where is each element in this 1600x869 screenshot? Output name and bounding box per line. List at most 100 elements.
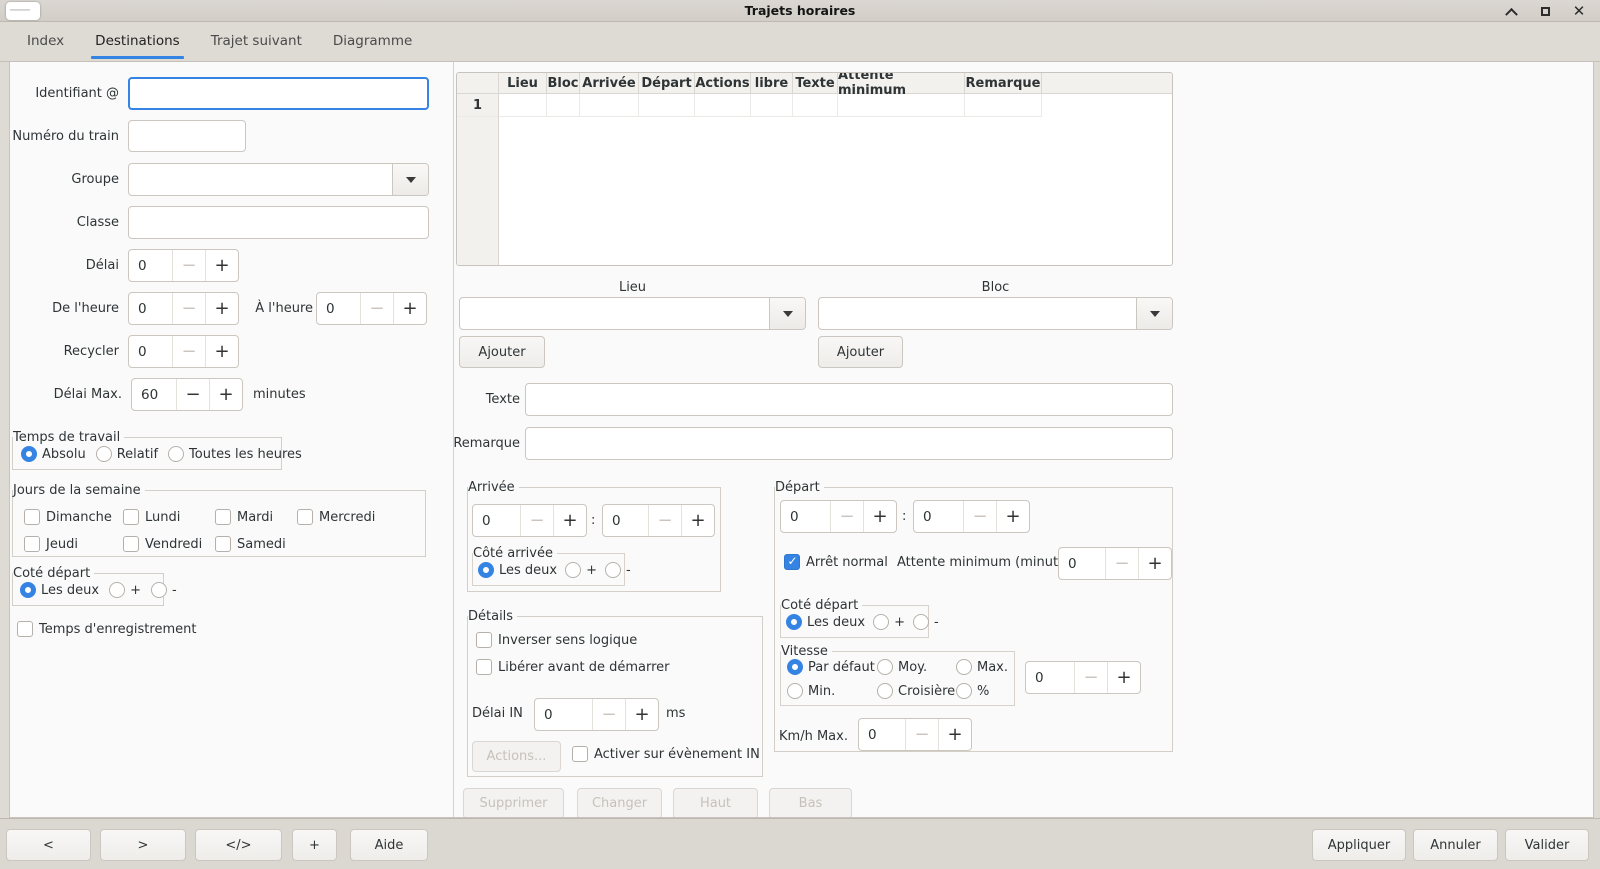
checkbox-dimanche[interactable]: Dimanche xyxy=(24,509,112,525)
radio-vitesse-par-defaut[interactable]: Par défaut xyxy=(787,659,875,675)
cell-remarque[interactable] xyxy=(965,94,1042,117)
depart-minute-decrement-button[interactable]: − xyxy=(963,501,996,532)
column-header-lieu[interactable]: Lieu xyxy=(499,73,547,93)
depart-minute-spinbox[interactable]: 0 − + xyxy=(913,500,1030,533)
delai-increment-button[interactable]: + xyxy=(205,250,238,281)
attente-minimum-decrement-button[interactable]: − xyxy=(1105,548,1138,579)
row-number[interactable]: 1 xyxy=(457,94,499,117)
bloc-ajouter-button[interactable]: Ajouter xyxy=(818,336,903,368)
a-lheure-decrement-button[interactable]: − xyxy=(360,293,393,324)
checkbox-liberer-avant-demarrer[interactable]: Libérer avant de démarrer xyxy=(476,659,670,675)
next-button[interactable]: > xyxy=(100,829,186,861)
cell-actions[interactable] xyxy=(695,94,751,117)
numero-train-input[interactable] xyxy=(128,120,246,152)
column-header-bloc[interactable]: Bloc xyxy=(547,73,580,93)
checkbox-jeudi[interactable]: Jeudi xyxy=(24,536,78,552)
radio-relatif[interactable]: Relatif xyxy=(96,446,158,462)
appliquer-button[interactable]: Appliquer xyxy=(1312,829,1406,861)
depart-minute-increment-button[interactable]: + xyxy=(996,501,1029,532)
delai-in-decrement-button[interactable]: − xyxy=(592,699,625,730)
de-lheure-spinbox[interactable]: 0 − + xyxy=(128,292,239,325)
column-header-libre[interactable]: libre xyxy=(751,73,793,93)
cell-depart[interactable] xyxy=(639,94,695,117)
cell-bloc[interactable] xyxy=(547,94,580,117)
identifiant-input[interactable] xyxy=(128,77,429,110)
cell-texte[interactable] xyxy=(793,94,838,117)
classe-input[interactable] xyxy=(128,206,429,239)
checkbox-temps-enregistrement[interactable]: Temps d'enregistrement xyxy=(17,621,196,637)
checkbox-mardi[interactable]: Mardi xyxy=(215,509,273,525)
delai-max-spinbox[interactable]: 60 − + xyxy=(131,378,243,411)
a-lheure-increment-button[interactable]: + xyxy=(393,293,426,324)
radio-moins[interactable]: - xyxy=(151,582,177,598)
de-lheure-increment-button[interactable]: + xyxy=(205,293,238,324)
column-header-corner[interactable] xyxy=(457,73,499,93)
a-lheure-spinbox[interactable]: 0 − + xyxy=(316,292,427,325)
vitesse-decrement-button[interactable]: − xyxy=(1074,662,1107,693)
radio-vitesse-pourcent[interactable]: % xyxy=(956,683,989,699)
radio-depart-moins[interactable]: - xyxy=(913,614,939,630)
supprimer-button[interactable]: Supprimer xyxy=(463,788,564,818)
maximize-button[interactable] xyxy=(1536,2,1554,20)
texte-input[interactable] xyxy=(525,383,1173,416)
code-button[interactable]: </> xyxy=(195,829,282,861)
tab-index[interactable]: Index xyxy=(27,22,64,61)
tab-diagramme[interactable]: Diagramme xyxy=(333,22,412,61)
depart-heure-spinbox[interactable]: 0 − + xyxy=(780,500,897,533)
column-header-texte[interactable]: Texte xyxy=(793,73,838,93)
depart-heure-increment-button[interactable]: + xyxy=(863,501,896,532)
checkbox-vendredi[interactable]: Vendredi xyxy=(123,536,202,552)
vitesse-spinbox[interactable]: 0 − + xyxy=(1025,661,1141,694)
column-header-attente-minimum[interactable]: Attente minimum xyxy=(838,73,965,93)
radio-depart-plus[interactable]: + xyxy=(873,614,905,630)
tab-destinations[interactable]: Destinations xyxy=(95,22,180,61)
groupe-dropdown-button[interactable] xyxy=(392,164,428,195)
bas-button[interactable]: Bas xyxy=(769,788,852,818)
checkbox-mercredi[interactable]: Mercredi xyxy=(297,509,375,525)
haut-button[interactable]: Haut xyxy=(673,788,758,818)
aide-button[interactable]: Aide xyxy=(350,829,428,861)
radio-les-deux[interactable]: Les deux xyxy=(20,582,99,598)
changer-button[interactable]: Changer xyxy=(577,788,662,818)
bloc-dropdown-button[interactable] xyxy=(1136,298,1172,329)
column-header-remarque[interactable]: Remarque xyxy=(965,73,1042,93)
lieu-combobox[interactable] xyxy=(459,297,806,330)
radio-arrivee-moins[interactable]: - xyxy=(605,562,631,578)
checkbox-samedi[interactable]: Samedi xyxy=(215,536,286,552)
radio-depart-les-deux[interactable]: Les deux xyxy=(786,614,865,630)
delai-in-increment-button[interactable]: + xyxy=(625,699,658,730)
cell-arrivee[interactable] xyxy=(580,94,639,117)
arrivee-heure-increment-button[interactable]: + xyxy=(553,505,586,536)
column-header-arrivee[interactable]: Arrivée xyxy=(580,73,639,93)
radio-plus[interactable]: + xyxy=(109,582,141,598)
annuler-button[interactable]: Annuler xyxy=(1413,829,1498,861)
attente-minimum-spinbox[interactable]: 0 − + xyxy=(1058,547,1172,580)
close-button[interactable]: ✕ xyxy=(1570,2,1588,20)
radio-absolu[interactable]: Absolu xyxy=(21,446,86,462)
radio-arrivee-plus[interactable]: + xyxy=(565,562,597,578)
recycler-increment-button[interactable]: + xyxy=(205,336,238,367)
kmh-max-increment-button[interactable]: + xyxy=(938,719,971,750)
de-lheure-decrement-button[interactable]: − xyxy=(172,293,205,324)
cell-libre[interactable] xyxy=(751,94,793,117)
radio-vitesse-max[interactable]: Max. xyxy=(956,659,1008,675)
actions-button[interactable]: Actions... xyxy=(472,741,561,772)
arrivee-minute-increment-button[interactable]: + xyxy=(681,505,714,536)
recycler-decrement-button[interactable]: − xyxy=(172,336,205,367)
kmh-max-spinbox[interactable]: 0 − + xyxy=(858,718,972,751)
attente-minimum-increment-button[interactable]: + xyxy=(1138,548,1171,579)
arrivee-heure-spinbox[interactable]: 0 − + xyxy=(472,504,587,537)
radio-vitesse-croisiere[interactable]: Croisière xyxy=(877,683,955,699)
lieu-dropdown-button[interactable] xyxy=(769,298,805,329)
bloc-combobox[interactable] xyxy=(818,297,1173,330)
prev-button[interactable]: < xyxy=(6,829,91,861)
column-header-depart[interactable]: Départ xyxy=(639,73,695,93)
valider-button[interactable]: Valider xyxy=(1505,829,1589,861)
table-row[interactable]: 1 xyxy=(457,94,1172,117)
radio-toutes-les-heures[interactable]: Toutes les heures xyxy=(168,446,302,462)
radio-vitesse-min[interactable]: Min. xyxy=(787,683,835,699)
delai-spinbox[interactable]: 0 − + xyxy=(128,249,239,282)
add-button[interactable]: + xyxy=(292,829,337,861)
cell-attente-minimum[interactable] xyxy=(838,94,965,117)
arrivee-minute-spinbox[interactable]: 0 − + xyxy=(602,504,715,537)
